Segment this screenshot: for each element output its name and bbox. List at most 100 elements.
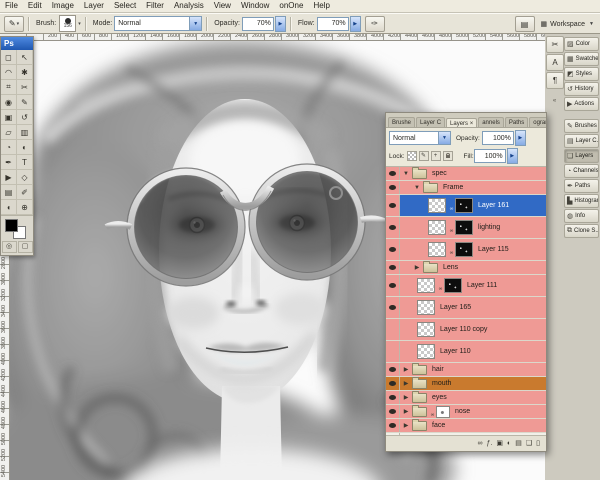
expand-caret-icon[interactable] bbox=[413, 185, 421, 191]
layer-name[interactable]: Lens bbox=[443, 264, 458, 271]
layer-row[interactable]: Layer 111 bbox=[386, 275, 546, 297]
go-to-bridge-button[interactable]: ▤ bbox=[515, 16, 535, 32]
expand-caret-icon[interactable] bbox=[402, 380, 410, 387]
tool-button[interactable]: ✒ bbox=[1, 155, 17, 170]
tool-button[interactable]: T bbox=[17, 155, 33, 170]
menu-item[interactable]: Layer bbox=[79, 0, 109, 12]
layer-name[interactable]: Layer 161 bbox=[478, 202, 509, 209]
dock-panel-button[interactable]: ◩ Styles bbox=[564, 67, 599, 81]
mask-thumbnail[interactable] bbox=[455, 242, 473, 257]
layer-row[interactable]: face bbox=[386, 419, 546, 433]
layer-row[interactable]: Lens bbox=[386, 261, 546, 275]
layer-thumbnail[interactable] bbox=[417, 300, 435, 315]
visibility-toggle[interactable] bbox=[386, 195, 400, 216]
layer-row[interactable]: mouth bbox=[386, 377, 546, 391]
layer-thumbnail[interactable] bbox=[417, 322, 435, 337]
lock-transparency-icon[interactable] bbox=[407, 151, 417, 161]
layer-name[interactable]: Layer 115 bbox=[478, 246, 509, 253]
layer-opacity-input[interactable]: 100% bbox=[482, 131, 514, 145]
layer-row[interactable]: Layer 110 bbox=[386, 341, 546, 363]
layer-name[interactable]: Layer 110 bbox=[440, 348, 471, 355]
opacity-slider-button[interactable]: ▶ bbox=[275, 16, 286, 32]
tool-button[interactable]: ▶ bbox=[1, 170, 17, 185]
layer-name[interactable]: mouth bbox=[432, 380, 451, 387]
visibility-toggle[interactable] bbox=[386, 275, 400, 296]
blend-mode-select[interactable]: Normal ▼ bbox=[389, 131, 451, 145]
visibility-toggle[interactable] bbox=[386, 239, 400, 260]
panel-tab[interactable]: annels bbox=[478, 117, 504, 127]
dock-panel-button[interactable]: ↺ History bbox=[564, 82, 599, 96]
workspace-button[interactable]: ▦ Workspace ▼ bbox=[541, 20, 594, 28]
layer-name[interactable]: Layer 110 copy bbox=[440, 326, 487, 333]
quick-mask-button[interactable]: ◎ bbox=[2, 241, 17, 253]
tool-button[interactable]: ↺ bbox=[17, 110, 33, 125]
menu-item[interactable]: View bbox=[209, 0, 236, 12]
expand-caret-icon[interactable] bbox=[402, 422, 410, 429]
lock-paint-icon[interactable] bbox=[419, 151, 429, 161]
layer-row[interactable]: Layer 110 copy bbox=[386, 319, 546, 341]
menu-item[interactable]: Select bbox=[109, 0, 141, 12]
panel-tab[interactable]: Paths bbox=[505, 117, 528, 127]
tool-button[interactable]: ✂ bbox=[17, 80, 33, 95]
layer-thumbnail[interactable] bbox=[428, 220, 446, 235]
layers-panel-action-icon[interactable]: ▯ bbox=[536, 437, 540, 450]
menu-item[interactable]: onOne bbox=[274, 0, 308, 12]
layer-name[interactable]: face bbox=[432, 422, 445, 429]
dock-panel-button[interactable]: ▦ Swatches bbox=[564, 52, 599, 66]
layer-thumbnail[interactable] bbox=[428, 198, 446, 213]
paragraph-panel-icon[interactable]: ¶ bbox=[546, 72, 564, 89]
current-tool-button[interactable]: ✎ ▾ bbox=[4, 16, 24, 32]
dock-panel-button[interactable]: ▶ Actions bbox=[564, 97, 599, 111]
visibility-toggle[interactable] bbox=[386, 181, 400, 194]
layers-panel-action-icon[interactable]: ƒ. bbox=[487, 437, 493, 450]
dock-panel-button[interactable]: ◔ Channels bbox=[564, 164, 599, 178]
tool-button[interactable]: ◻ bbox=[1, 50, 17, 65]
airbrush-toggle[interactable]: ✑ bbox=[365, 16, 385, 32]
opacity-input[interactable]: 70% bbox=[242, 17, 274, 31]
tool-button[interactable]: ✱ bbox=[17, 65, 33, 80]
layer-row[interactable]: eyes bbox=[386, 391, 546, 405]
layer-thumbnail[interactable] bbox=[417, 278, 435, 293]
layers-panel-action-icon[interactable]: ❑ bbox=[526, 437, 532, 450]
dock-panel-button[interactable]: ⧉ Clone S... bbox=[564, 224, 599, 238]
expand-caret-icon[interactable] bbox=[402, 394, 410, 401]
visibility-toggle[interactable] bbox=[386, 341, 400, 362]
panel-tab[interactable]: Layer C bbox=[416, 117, 445, 127]
brush-preset-picker[interactable]: 156 bbox=[59, 15, 76, 32]
fill-slider-button[interactable]: ▶ bbox=[507, 148, 518, 164]
layers-panel-action-icon[interactable]: ▣ bbox=[496, 437, 503, 450]
mask-thumbnail[interactable] bbox=[455, 198, 473, 213]
flow-input[interactable]: 70% bbox=[317, 17, 349, 31]
menu-item[interactable]: Edit bbox=[23, 0, 47, 12]
menu-item[interactable]: Analysis bbox=[169, 0, 209, 12]
visibility-toggle[interactable] bbox=[386, 297, 400, 318]
layer-name[interactable]: hair bbox=[432, 366, 444, 373]
visibility-toggle[interactable] bbox=[386, 167, 400, 180]
expand-caret-icon[interactable] bbox=[402, 366, 410, 373]
tool-button[interactable]: ▱ bbox=[1, 125, 17, 140]
layer-row[interactable]: hair bbox=[386, 363, 546, 377]
tool-button[interactable]: ✎ bbox=[17, 95, 33, 110]
dock-panel-button[interactable]: ▙ Histogram bbox=[564, 194, 599, 208]
visibility-toggle[interactable] bbox=[386, 377, 400, 390]
mask-thumbnail[interactable] bbox=[455, 220, 473, 235]
flow-slider-button[interactable]: ▶ bbox=[350, 16, 361, 32]
layer-name[interactable]: lighting bbox=[478, 224, 500, 231]
tool-button[interactable]: ▥ bbox=[17, 125, 33, 140]
mask-thumbnail[interactable] bbox=[444, 278, 462, 293]
tool-button[interactable]: ✐ bbox=[17, 185, 33, 200]
panel-tab[interactable]: ogram bbox=[529, 117, 546, 127]
character-panel-icon[interactable]: A bbox=[546, 54, 564, 71]
visibility-toggle[interactable] bbox=[386, 217, 400, 238]
menu-item[interactable]: File bbox=[0, 0, 23, 12]
layer-name[interactable]: Frame bbox=[443, 184, 463, 191]
layer-thumbnail[interactable] bbox=[428, 242, 446, 257]
layer-row[interactable]: Layer 161 bbox=[386, 195, 546, 217]
layer-row[interactable]: lighting bbox=[386, 217, 546, 239]
layer-name[interactable]: Layer 165 bbox=[440, 304, 471, 311]
menu-item[interactable]: Filter bbox=[141, 0, 169, 12]
layer-name[interactable]: Layer 111 bbox=[467, 282, 497, 289]
visibility-toggle[interactable] bbox=[386, 391, 400, 404]
layer-fill-input[interactable]: 100% bbox=[474, 149, 506, 163]
panel-tab[interactable]: Brushe bbox=[388, 117, 415, 127]
